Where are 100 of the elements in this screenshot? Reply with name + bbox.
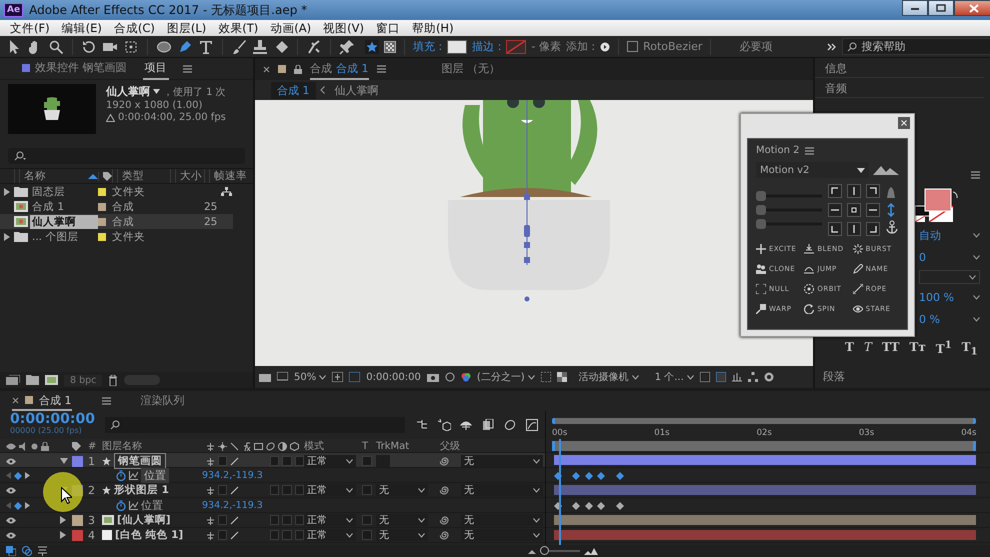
track-matte-dropdown[interactable]: 无 xyxy=(376,529,428,541)
item-type: 文件夹 xyxy=(112,230,146,244)
column-header: T xyxy=(362,440,370,452)
layer-number: 4 xyxy=(88,528,96,542)
parent-dropdown[interactable]: 无 xyxy=(461,514,543,526)
parent-dropdown[interactable]: 无 xyxy=(461,529,543,541)
menu-item[interactable]: 帮助(H) xyxy=(406,20,460,36)
property-value[interactable]: 934.2,-119.3 xyxy=(202,470,304,481)
character-value[interactable]: 0 xyxy=(919,250,926,264)
layer-number: 3 xyxy=(88,514,96,526)
window-title: Adobe After Effects CC 2017 - 无标题项目.aep * xyxy=(29,2,308,18)
selected-row[interactable]: 仙人掌啊 合成 25 xyxy=(0,214,233,229)
view-layout-dropdown[interactable]: 1 个... xyxy=(654,370,694,384)
dimensions-text: 1920 x 1080 (1.00) xyxy=(106,100,204,111)
menu-item[interactable]: 效果(T) xyxy=(212,20,264,36)
layer-number: 1 xyxy=(88,454,96,468)
breadcrumb[interactable]: 仙人掌啊 xyxy=(328,82,384,98)
text-style-button[interactable]: T$^{1}$ xyxy=(936,340,952,358)
panel-title[interactable]: 音频 xyxy=(815,78,984,98)
layer-name[interactable]: [仙人掌啊] xyxy=(117,513,171,527)
workspace-label[interactable]: 必要项 xyxy=(739,39,772,54)
menu-item[interactable]: 视图(V) xyxy=(317,20,370,36)
item-name: 合成 1 xyxy=(31,200,66,214)
column-header[interactable]: 模式 xyxy=(304,439,362,453)
text-style-button[interactable]: T xyxy=(864,340,872,358)
app-logo: Ae xyxy=(4,3,24,17)
track-matte-dropdown[interactable]: 无 xyxy=(376,514,428,526)
frame-info: 00000 (25.00 fps) xyxy=(10,425,83,436)
frame-rate: 25 xyxy=(204,216,218,228)
text-style-button[interactable]: TT xyxy=(882,340,900,358)
frame-rate: 25 xyxy=(204,200,218,212)
item-type: 合成 xyxy=(112,200,135,214)
property-value[interactable]: 934.2,-119.3 xyxy=(202,500,304,511)
fill-label: 填充 : xyxy=(413,39,442,54)
zoom-dropdown[interactable]: 50% xyxy=(294,372,326,382)
time-ruler-label: 02s xyxy=(756,428,772,439)
column-header[interactable]: TrkMat xyxy=(376,440,440,452)
viewer-tab[interactable]: 图层 （无） xyxy=(442,58,500,80)
column-header[interactable]: 图层名称 xyxy=(102,439,202,453)
layer-name[interactable]: 形状图层 1 xyxy=(114,483,169,497)
selected-layer-row[interactable]: 1 钢笔画圆 正常 无 xyxy=(0,453,545,468)
item-name: ... 个图层 xyxy=(31,230,80,244)
time-ruler-label: 00s xyxy=(552,428,568,439)
search-field[interactable]: 搜索帮助 xyxy=(842,38,990,55)
menu-item[interactable]: 动画(A) xyxy=(264,20,318,36)
item-name: 仙人掌啊 xyxy=(30,214,98,228)
time-ruler-label: 03s xyxy=(858,428,874,439)
menu-item[interactable]: 文件(F) xyxy=(4,20,56,36)
menu-item[interactable]: 合成(C) xyxy=(108,20,161,36)
panel-title[interactable]: 段落 xyxy=(815,359,990,384)
text-style-button[interactable]: T xyxy=(845,340,854,358)
mode-dropdown[interactable]: 正常 xyxy=(304,529,356,541)
menu-item[interactable]: 编辑(E) xyxy=(56,20,108,36)
layer-number: 2 xyxy=(88,484,96,496)
panel-title[interactable]: 信息 xyxy=(815,58,984,78)
resolution-dropdown[interactable]: (二分之一) xyxy=(476,370,535,384)
item-name: 固态层 xyxy=(31,184,66,198)
duration-text: 0:00:04:00, 25.00 fps xyxy=(118,112,226,123)
checkbox-label: RotoBezier xyxy=(643,40,702,53)
time-ruler-label: 01s xyxy=(654,428,670,439)
parent-dropdown[interactable]: 无 xyxy=(461,455,543,467)
timecode[interactable]: 0:00:00:00 xyxy=(10,414,95,425)
item-type: 文件夹 xyxy=(112,184,146,198)
usage-text: ，使用了 1 次 xyxy=(163,86,226,98)
property-name: 位置 xyxy=(141,468,169,483)
mode-dropdown[interactable]: 正常 xyxy=(304,455,356,467)
panel-tab[interactable]: 效果控件 钢笔画圆 xyxy=(20,58,128,80)
column-header[interactable]: 帧速率 xyxy=(209,169,247,183)
menu-item[interactable]: 图层(L) xyxy=(160,20,212,36)
text-style-button[interactable]: Tт xyxy=(909,340,926,358)
text-style-button[interactable]: T$_{1}$ xyxy=(962,340,978,358)
stroke-width-label: - 像素 xyxy=(531,39,561,54)
character-value[interactable]: 100 % xyxy=(919,290,954,304)
menu-item[interactable]: 窗口 xyxy=(370,20,406,36)
column-header[interactable]: 名称 xyxy=(19,169,46,183)
column-header[interactable]: 大小 xyxy=(175,169,202,183)
timeline-tab[interactable]: 合成 1 xyxy=(12,391,72,411)
item-type: 合成 xyxy=(112,214,135,228)
column-header: # xyxy=(88,440,98,452)
preset-dropdown[interactable]: Motion v2 xyxy=(756,162,869,178)
panel-tab[interactable]: 项目 xyxy=(142,58,168,80)
character-value[interactable]: 0 % xyxy=(919,312,940,326)
timecode-field[interactable]: 0:00:00:00 xyxy=(366,372,421,382)
timeline-tab[interactable]: 渲染队列 xyxy=(140,391,184,411)
mode-dropdown[interactable]: 正常 xyxy=(304,514,356,526)
column-header[interactable]: 类型 xyxy=(117,169,144,183)
item-name: 仙人掌啊 xyxy=(106,84,150,99)
track-matte-dropdown[interactable]: 无 xyxy=(376,484,428,496)
property-name: 位置 xyxy=(141,498,163,513)
layer-name[interactable]: 钢笔画圆 xyxy=(114,453,166,469)
panel-title: Motion 2 xyxy=(756,145,800,156)
breadcrumb[interactable]: 合成 1 xyxy=(271,82,316,98)
mode-dropdown[interactable]: 正常 xyxy=(304,484,356,496)
camera-dropdown[interactable]: 活动摄像机 xyxy=(578,370,639,384)
character-value[interactable]: 自动 xyxy=(919,228,941,242)
column-header[interactable]: 父级 xyxy=(440,439,545,453)
time-ruler-label: 04s xyxy=(961,428,976,439)
parent-dropdown[interactable]: 无 xyxy=(461,484,543,496)
add-label: 添加 : xyxy=(566,39,596,54)
layer-name[interactable]: [白色 纯色 1] xyxy=(115,528,184,542)
